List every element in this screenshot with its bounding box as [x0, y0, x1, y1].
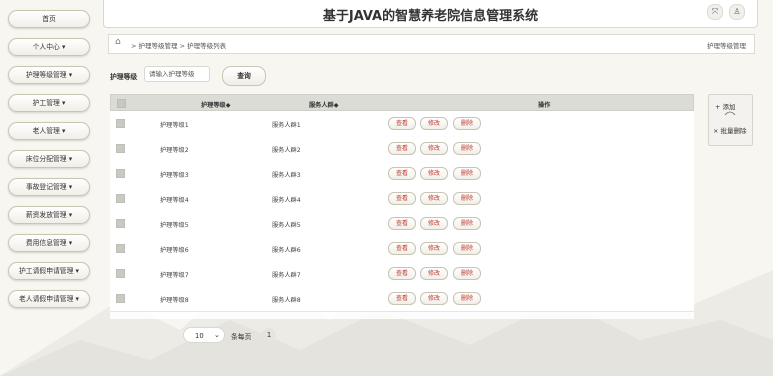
add-underline-icon [724, 111, 736, 116]
sidebar-item-fees[interactable]: 费用信息管理 ▾ [8, 234, 90, 252]
breadcrumb-path: > 护理等级管理 > 护理等级列表 [131, 42, 227, 50]
page-size-select[interactable]: 10 ⌄ [183, 327, 225, 343]
edit-button[interactable]: 修改 [420, 142, 448, 155]
cell-care-level: 护理等级4 [160, 197, 189, 204]
delete-button[interactable]: 删除 [453, 267, 481, 280]
chevron-down-icon: ⌄ [214, 331, 220, 339]
delete-button[interactable]: 删除 [453, 217, 481, 230]
delete-button[interactable]: 删除 [453, 242, 481, 255]
table-header: 护理等级◆ 服务人群◆ 操作 [110, 94, 694, 111]
sidebar-item-elderly-leave[interactable]: 老人请假申请管理 ▾ [8, 290, 90, 308]
row-checkbox[interactable] [116, 144, 125, 153]
view-button[interactable]: 查看 [388, 142, 416, 155]
table-row: 护理等级2 服务人群2 查看 修改 删除 [110, 136, 694, 162]
search-label: 护理等级 [110, 73, 138, 81]
header-bar: 基于JAVA的智慧养老院信息管理系统 ⤧ ♙ [103, 0, 758, 28]
table-row: 护理等级3 服务人群3 查看 修改 删除 [110, 161, 694, 187]
user-icon[interactable]: ♙ [729, 4, 745, 20]
action-panel: + 添加 × 批量删除 [708, 94, 753, 146]
edit-button[interactable]: 修改 [420, 117, 448, 130]
sidebar-item-caregiver-leave[interactable]: 护工请假申请管理 ▾ [8, 262, 90, 280]
cell-care-level: 护理等级7 [160, 272, 189, 279]
table-row: 护理等级6 服务人群6 查看 修改 删除 [110, 236, 694, 262]
delete-button[interactable]: 删除 [453, 142, 481, 155]
table-row: 护理等级7 服务人群7 查看 修改 删除 [110, 261, 694, 287]
view-button[interactable]: 查看 [388, 292, 416, 305]
delete-button[interactable]: 删除 [453, 192, 481, 205]
cell-service-group: 服务人群7 [272, 272, 301, 279]
row-checkbox[interactable] [116, 269, 125, 278]
row-checkbox[interactable] [116, 194, 125, 203]
cell-care-level: 护理等级2 [160, 147, 189, 154]
cell-service-group: 服务人群1 [272, 122, 301, 129]
sidebar-item-care-level[interactable]: 护理等级管理 ▾ [8, 66, 90, 84]
cell-service-group: 服务人群5 [272, 222, 301, 229]
row-checkbox[interactable] [116, 119, 125, 128]
view-button[interactable]: 查看 [388, 217, 416, 230]
column-header-level[interactable]: 护理等级◆ [201, 100, 231, 109]
table-row: 护理等级1 服务人群1 查看 修改 删除 [110, 111, 694, 137]
edit-button[interactable]: 修改 [420, 192, 448, 205]
breadcrumb-current: 护理等级管理 [707, 42, 746, 50]
sidebar: 首页 个人中心 ▾ 护理等级管理 ▾ 护工管理 ▾ 老人管理 ▾ 床位分配管理 … [0, 0, 100, 376]
sidebar-item-accident-record[interactable]: 事故登记管理 ▾ [8, 178, 90, 196]
cell-service-group: 服务人群6 [272, 247, 301, 254]
search-input[interactable] [144, 66, 210, 82]
data-table: 护理等级◆ 服务人群◆ 操作 护理等级1 服务人群1 查看 修改 删除 护理等级2 服务人群… [110, 94, 694, 319]
page-number-current[interactable]: 1 [262, 328, 276, 342]
cell-care-level: 护理等级6 [160, 247, 189, 254]
view-button[interactable]: 查看 [388, 192, 416, 205]
delete-button[interactable]: 删除 [453, 292, 481, 305]
cell-service-group: 服务人群8 [272, 297, 301, 304]
view-button[interactable]: 查看 [388, 117, 416, 130]
cell-care-level: 护理等级1 [160, 122, 189, 129]
view-button[interactable]: 查看 [388, 167, 416, 180]
sidebar-item-salary[interactable]: 薪资发放管理 ▾ [8, 206, 90, 224]
sidebar-item-home[interactable]: 首页 [8, 10, 90, 28]
cell-care-level: 护理等级8 [160, 297, 189, 304]
row-checkbox[interactable] [116, 219, 125, 228]
cell-service-group: 服务人群2 [272, 147, 301, 154]
cell-care-level: 护理等级5 [160, 222, 189, 229]
edit-button[interactable]: 修改 [420, 217, 448, 230]
cell-service-group: 服务人群3 [272, 172, 301, 179]
view-button[interactable]: 查看 [388, 242, 416, 255]
cell-service-group: 服务人群4 [272, 197, 301, 204]
edit-button[interactable]: 修改 [420, 267, 448, 280]
sidebar-item-bed-assignment[interactable]: 床位分配管理 ▾ [8, 150, 90, 168]
delete-button[interactable]: 删除 [453, 117, 481, 130]
row-checkbox[interactable] [116, 294, 125, 303]
search-button[interactable]: 查询 [222, 66, 266, 86]
column-header-actions: 操作 [538, 102, 551, 109]
sidebar-item-caregiver[interactable]: 护工管理 ▾ [8, 94, 90, 112]
edit-button[interactable]: 修改 [420, 292, 448, 305]
table-row: 护理等级4 服务人群4 查看 修改 删除 [110, 186, 694, 212]
sidebar-item-personal-center[interactable]: 个人中心 ▾ [8, 38, 90, 56]
page-title: 基于JAVA的智慧养老院信息管理系统 [322, 9, 539, 24]
view-button[interactable]: 查看 [388, 267, 416, 280]
cell-care-level: 护理等级3 [160, 172, 189, 179]
batch-delete-button[interactable]: × 批量删除 [713, 125, 747, 135]
sidebar-item-elderly[interactable]: 老人管理 ▾ [8, 122, 90, 140]
edit-button[interactable]: 修改 [420, 242, 448, 255]
table-row: 护理等级5 服务人群5 查看 修改 删除 [110, 211, 694, 237]
fullscreen-icon[interactable]: ⤧ [707, 4, 723, 20]
breadcrumb: ⌂ > 护理等级管理 > 护理等级列表 护理等级管理 [108, 34, 755, 54]
select-all-checkbox[interactable] [117, 99, 126, 108]
column-header-group[interactable]: 服务人群◆ [309, 100, 339, 109]
per-page-label: 条每页 [231, 333, 252, 341]
home-icon[interactable]: ⌂ [115, 37, 121, 47]
edit-button[interactable]: 修改 [420, 167, 448, 180]
row-checkbox[interactable] [116, 244, 125, 253]
table-row: 护理等级8 服务人群8 查看 修改 删除 [110, 286, 694, 312]
page-size-value: 10 [195, 332, 204, 340]
row-checkbox[interactable] [116, 169, 125, 178]
delete-button[interactable]: 删除 [453, 167, 481, 180]
